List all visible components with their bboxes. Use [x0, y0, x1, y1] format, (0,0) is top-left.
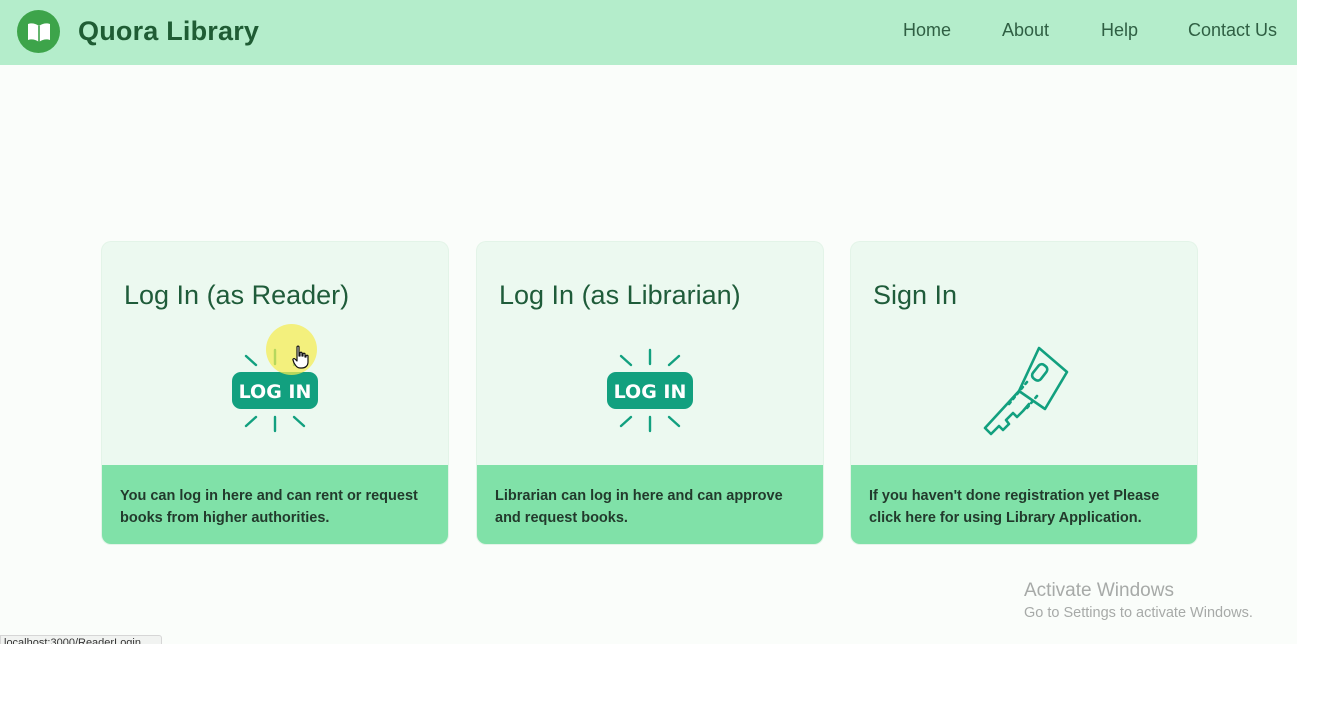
card-description: You can log in here and can rent or requ… [120, 488, 418, 526]
card-description: If you haven't done registration yet Ple… [869, 488, 1160, 526]
log-in-badge-icon: LOG IN [607, 348, 693, 433]
reader-login-card[interactable]: Log In (as Reader) LOG IN You can log in… [102, 242, 448, 544]
nav-contact-link[interactable]: Contact Us [1188, 20, 1277, 41]
open-book-icon [17, 10, 60, 53]
nav-help-link[interactable]: Help [1101, 20, 1138, 41]
card-title: Log In (as Reader) [124, 280, 350, 310]
card-description: Librarian can log in here and can approv… [495, 488, 783, 526]
card-footer: If you haven't done registration yet Ple… [851, 465, 1197, 544]
card-title: Sign In [873, 280, 958, 310]
card-title: Log In (as Librarian) [499, 280, 741, 310]
brand-home-link[interactable]: Quora Library [17, 10, 259, 53]
brand-name: Quora Library [78, 16, 260, 46]
login-badge-text: LOG IN [614, 381, 687, 403]
page-viewport: Quora Library Home About Help Contact Us… [0, 0, 1297, 644]
key-icon [983, 346, 1069, 436]
sign-in-card[interactable]: Sign In If you haven't done registration… [851, 242, 1197, 544]
nav-about-link[interactable]: About [1002, 20, 1049, 41]
librarian-login-card[interactable]: Log In (as Librarian) LOG IN Librarian c… [477, 242, 823, 544]
top-navbar: Quora Library Home About Help Contact Us [0, 0, 1297, 65]
card-footer: Librarian can log in here and can approv… [477, 465, 823, 544]
activate-windows-title: Activate Windows [1024, 580, 1174, 601]
login-badge-text: LOG IN [239, 381, 312, 403]
card-footer: You can log in here and can rent or requ… [102, 465, 448, 544]
hand-pointer-icon [292, 345, 309, 369]
status-url-bar: localhost:3000/ReaderLogin [0, 635, 162, 644]
nav-home-link[interactable]: Home [903, 20, 951, 41]
activate-windows-subtitle: Go to Settings to activate Windows. [1024, 605, 1253, 621]
